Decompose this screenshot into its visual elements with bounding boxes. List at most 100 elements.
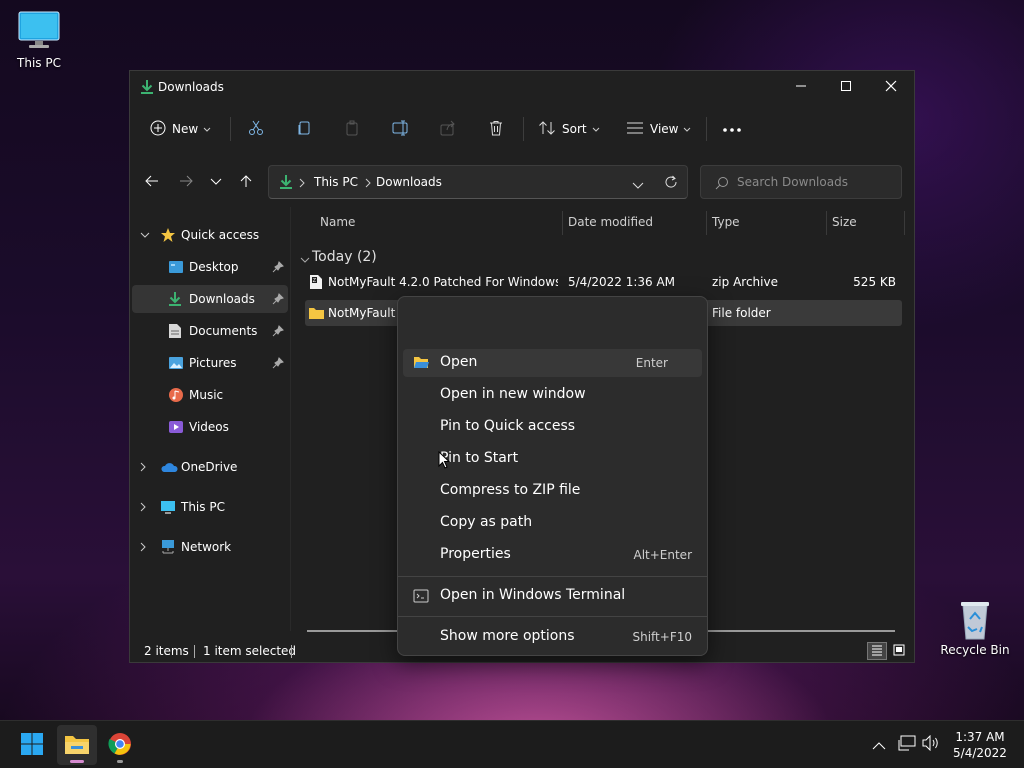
sidebar-item-this-pc[interactable]: This PC xyxy=(132,493,288,521)
column-divider[interactable] xyxy=(826,211,827,235)
chevron-down-icon xyxy=(300,254,310,268)
desktop-folder-icon xyxy=(168,259,184,278)
music-icon xyxy=(168,387,184,406)
network-status-icon[interactable] xyxy=(898,735,916,754)
close-button[interactable] xyxy=(868,71,914,103)
sort-button[interactable]: Sort xyxy=(538,115,600,143)
menu-item-compress-to-zip[interactable]: Compress to ZIP file xyxy=(403,477,702,505)
sidebar-item-desktop[interactable]: Desktop xyxy=(132,253,288,281)
sidebar-item-onedrive[interactable]: OneDrive xyxy=(132,453,288,481)
arrow-right-icon xyxy=(179,175,193,190)
forward-button[interactable] xyxy=(172,165,200,199)
column-header-size[interactable]: Size xyxy=(832,215,857,229)
group-header-today[interactable]: Today (2) xyxy=(300,247,600,269)
pane-splitter[interactable] xyxy=(290,207,291,631)
desktop-icon-this-pc[interactable]: This PC xyxy=(1,10,77,70)
pin-icon[interactable] xyxy=(272,293,284,308)
back-button[interactable] xyxy=(138,165,166,199)
desktop-icon-label: This PC xyxy=(17,56,61,70)
paste-button[interactable] xyxy=(344,115,360,143)
address-dropdown-icon[interactable] xyxy=(632,179,644,193)
sidebar-item-music[interactable]: Music xyxy=(132,381,288,409)
maximize-button[interactable] xyxy=(823,71,869,103)
view-button[interactable]: View xyxy=(626,115,691,143)
menu-separator xyxy=(398,576,707,577)
share-button[interactable] xyxy=(440,115,456,143)
chevron-right-icon[interactable] xyxy=(140,501,148,515)
system-clock[interactable]: 1:37 AM 5/4/2022 xyxy=(940,729,1020,761)
navigation-row: This PC Downloads xyxy=(130,165,914,199)
new-button[interactable]: New xyxy=(150,115,211,143)
menu-item-show-more-options[interactable]: Show more options Shift+F10 xyxy=(403,623,702,651)
breadcrumb-downloads[interactable]: Downloads xyxy=(376,175,442,189)
item-count: 2 items xyxy=(144,644,189,658)
chevron-down-icon[interactable] xyxy=(140,229,150,243)
recent-locations-button[interactable] xyxy=(202,165,230,199)
menu-item-open-in-terminal[interactable]: Open in Windows Terminal xyxy=(403,582,702,610)
sidebar-item-quick-access[interactable]: Quick access xyxy=(132,221,288,249)
svg-text:Z: Z xyxy=(313,278,317,284)
sidebar-item-label: OneDrive xyxy=(181,460,238,474)
delete-button[interactable] xyxy=(488,115,504,143)
running-indicator xyxy=(117,760,123,763)
breadcrumb-this-pc[interactable]: This PC xyxy=(314,175,358,189)
rename-button[interactable] xyxy=(392,115,410,143)
menu-item-pin-to-quick-access[interactable]: Pin to Quick access xyxy=(403,413,702,441)
menu-item-copy-as-path[interactable]: Copy as path xyxy=(403,509,702,537)
sidebar-item-downloads[interactable]: Downloads xyxy=(132,285,288,313)
column-header-name[interactable]: Name xyxy=(320,215,355,229)
column-divider[interactable] xyxy=(706,211,707,235)
refresh-icon[interactable] xyxy=(664,175,678,192)
cut-icon xyxy=(248,120,264,139)
pin-icon[interactable] xyxy=(272,325,284,340)
details-view-toggle[interactable] xyxy=(867,642,887,660)
copy-button[interactable] xyxy=(296,115,312,143)
search-icon xyxy=(715,176,729,193)
menu-item-properties[interactable]: Properties Alt+Enter xyxy=(403,541,702,569)
chevron-right-icon[interactable] xyxy=(140,541,148,555)
sidebar-item-documents[interactable]: Documents xyxy=(132,317,288,345)
column-divider[interactable] xyxy=(562,211,563,235)
address-bar[interactable]: This PC Downloads xyxy=(268,165,688,199)
sidebar-item-videos[interactable]: Videos xyxy=(132,413,288,441)
context-menu-quick-actions xyxy=(406,303,701,343)
chevron-down-icon xyxy=(592,122,600,136)
start-button[interactable] xyxy=(12,725,52,765)
sidebar-item-label: Music xyxy=(189,388,224,402)
column-divider[interactable] xyxy=(904,211,905,235)
tiles-view-toggle[interactable] xyxy=(889,642,909,660)
menu-item-open[interactable]: Open Enter xyxy=(403,349,702,377)
sidebar-item-network[interactable]: Network xyxy=(132,533,288,561)
pin-icon[interactable] xyxy=(272,357,284,372)
minimize-button[interactable] xyxy=(778,71,824,103)
zip-file-icon: Z xyxy=(309,274,323,293)
desktop-icon-recycle-bin[interactable]: Recycle Bin xyxy=(937,597,1013,657)
column-header-type[interactable]: Type xyxy=(712,215,740,229)
chevron-up-icon[interactable] xyxy=(872,739,886,753)
taskbar: 1:37 AM 5/4/2022 xyxy=(0,720,1024,768)
volume-icon[interactable] xyxy=(922,734,940,754)
cut-button[interactable] xyxy=(248,115,264,143)
sidebar-item-pictures[interactable]: Pictures xyxy=(132,349,288,377)
title-bar[interactable]: Downloads xyxy=(130,71,914,103)
group-label: Today (2) xyxy=(312,249,377,265)
menu-item-open-in-new-window[interactable]: Open in new window xyxy=(403,381,702,409)
column-header-date-modified[interactable]: Date modified xyxy=(568,215,653,229)
menu-item-label: Show more options xyxy=(440,628,575,644)
more-options-button[interactable] xyxy=(722,115,742,143)
taskbar-app-file-explorer[interactable] xyxy=(57,725,97,765)
chevron-right-icon[interactable] xyxy=(140,461,148,475)
sidebar-item-label: Downloads xyxy=(189,292,255,306)
table-row[interactable]: Z NotMyFault 4.2.0 Patched For Windows .… xyxy=(305,269,902,295)
up-button[interactable] xyxy=(232,165,260,199)
documents-icon xyxy=(168,323,182,342)
pin-icon[interactable] xyxy=(272,261,284,276)
running-indicator xyxy=(70,760,84,763)
menu-item-shortcut: Shift+F10 xyxy=(632,630,692,644)
taskbar-app-chrome[interactable] xyxy=(100,725,140,765)
chevron-down-icon xyxy=(203,122,211,136)
navigation-pane: Quick access Desktop Downloads Documents… xyxy=(130,213,290,633)
search-box[interactable] xyxy=(700,165,902,199)
menu-item-shortcut: Alt+Enter xyxy=(633,548,692,562)
search-input[interactable] xyxy=(737,173,893,191)
